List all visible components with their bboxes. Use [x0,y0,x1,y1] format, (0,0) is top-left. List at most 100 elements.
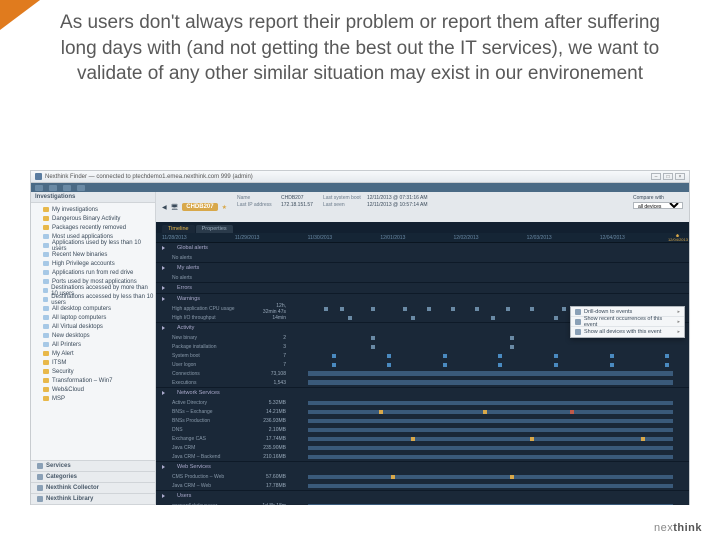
sidebar-item-label: Security [52,369,74,375]
sidebar-item[interactable]: Web&Cloud [31,385,155,394]
sidebar-item[interactable]: All Printers [31,340,155,349]
compare-label: Compare with [633,195,683,201]
drill-icon [575,309,581,315]
sidebar-item[interactable]: Security [31,367,155,376]
sidebar-item[interactable]: ITSM [31,358,155,367]
context-tooltip: Drill-down to events ▸ Show recent occurr… [570,306,685,338]
device-name-chip[interactable]: CHDB207 [182,203,217,211]
sidebar-item[interactable]: Destinations accessed by less than 10 us… [31,295,155,304]
section-header[interactable]: Web Services [156,462,689,472]
sidebar-item[interactable]: Applications used by less than 10 users [31,241,155,250]
ruler-date: 11/30/2013 [308,235,333,241]
ruler-date: 11/29/2013 [235,235,260,241]
ruler-date: 11/28/2013 [162,235,187,241]
sidebar-panel[interactable]: Categories [31,472,155,483]
sidebar-item[interactable]: Applications run from red drive [31,268,155,277]
section-row[interactable]: DNS2.10MB [156,425,689,434]
toolbar-btn[interactable] [49,185,57,191]
toolbar-btn[interactable] [77,185,85,191]
timeline-ruler[interactable]: 11/28/2013 11/29/2013 11/30/2013 12/01/2… [156,233,689,243]
sidebar-item[interactable]: Packages recently removed [31,223,155,232]
sidebar-item[interactable]: My Alert [31,349,155,358]
section-row[interactable]: No alerts [156,273,689,282]
main-pane: ◀ 🖥 CHDB207 ★ NameCHDB207 Last IP addres… [156,192,689,505]
section-row[interactable]: User logon7 [156,360,689,369]
panel-icon [37,463,43,469]
section-header[interactable]: Global alerts [156,243,689,253]
breadcrumb-back-icon[interactable]: ◀ [162,204,167,211]
sidebar-item-label: All laptop computers [52,315,106,321]
section-header[interactable]: Warnings [156,294,689,304]
section-row[interactable]: Java CRM235.90MB [156,443,689,452]
section-row[interactable]: Executions1,543 [156,378,689,387]
sidebar-item-label: High Privilege accounts [52,261,115,267]
sidebar-panel[interactable]: Nexthink Collector [31,483,155,494]
folder-icon [43,369,49,374]
section-header[interactable]: Network Services [156,388,689,398]
section-header[interactable]: Errors [156,283,689,293]
section-row[interactable]: Package installation3 [156,342,689,351]
tooltip-row[interactable]: Show all devices with this event▸ [571,327,684,337]
document-icon [43,342,49,347]
section-row[interactable]: Java CRM – Backend210.16MB [156,452,689,461]
sidebar-panel[interactable]: Nexthink Library [31,494,155,505]
sidebar-item[interactable]: My investigations [31,205,155,214]
tooltip-row[interactable]: Show recent occurrences of this event▸ [571,317,684,327]
row-value: 2.10MB [262,427,292,433]
sidebar-item[interactable]: New desktops [31,331,155,340]
window-title: Nexthink Finder — connected to ptechdemo… [45,174,651,180]
toolbar-btn[interactable] [63,185,71,191]
sidebar-item-label: Web&Cloud [52,387,84,393]
meta-key: Name [237,195,277,201]
folder-icon [43,387,49,392]
row-label: CMS Production – Web [172,474,262,480]
section-row[interactable]: CMS Production – Web57.60MB [156,472,689,481]
sidebar-item[interactable]: MSP [31,394,155,403]
sidebar-item-label: Recent New binaries [52,252,107,258]
app-icon [35,173,42,180]
device-meta: NameCHDB207 Last IP address172.18.151.57 [237,195,313,219]
section-row[interactable]: No alerts [156,253,689,262]
row-label: Exchange CAS [172,436,262,442]
sidebar-item[interactable]: Transformation – Win7 [31,376,155,385]
close-button[interactable]: × [675,173,685,180]
row-value: 17.78MB [262,483,292,489]
section-row[interactable]: Active Directory5.32MB [156,398,689,407]
sidebar-item[interactable]: High Privilege accounts [31,259,155,268]
section-row[interactable]: Java CRM – Web17.78MB [156,481,689,490]
compare-select[interactable]: all devices [633,202,683,209]
sidebar-item[interactable]: All Virtual desktops [31,322,155,331]
slide-corner-accent [0,0,40,30]
tab-timeline[interactable]: Timeline [162,225,195,233]
section-row[interactable]: BNSs – Exchange14.21MB [156,407,689,416]
window-controls: – □ × [651,173,685,180]
row-track [292,362,689,368]
row-track [292,400,689,406]
favorite-star-icon[interactable]: ★ [222,204,227,211]
row-track [292,275,689,281]
sidebar-header: Investigations [31,192,155,203]
toolbar-btn[interactable] [35,185,43,191]
tab-properties[interactable]: Properties [196,225,233,233]
section-header[interactable]: My alerts [156,263,689,273]
sidebar-item[interactable]: All laptop computers [31,313,155,322]
sidebar-item[interactable]: Dangerous Binary Activity [31,214,155,223]
chevron-right-icon: ▸ [677,309,680,315]
tooltip-label: Drill-down to events [584,309,632,315]
section-header[interactable]: Users [156,491,689,501]
sidebar-panel[interactable]: Services [31,461,155,472]
panel-icon [37,496,43,502]
minimize-button[interactable]: – [651,173,661,180]
maximize-button[interactable]: □ [663,173,673,180]
sidebar-item-label: Applications run from red drive [52,270,133,276]
section-row[interactable]: gaspard\chdeveuser1d 8h 18m [156,501,689,505]
row-track [292,503,689,506]
row-label: Connections [172,371,262,377]
ruler-home-icon[interactable]: 12/04/2013 [673,234,683,242]
section-row[interactable]: System boot7 [156,351,689,360]
section-row[interactable]: Exchange CAS17.74MB [156,434,689,443]
section-row[interactable]: Connections73,108 [156,369,689,378]
section-row[interactable]: BNSs Production236.93MB [156,416,689,425]
row-track [292,371,689,377]
meta-val: CHDB207 [281,195,304,201]
